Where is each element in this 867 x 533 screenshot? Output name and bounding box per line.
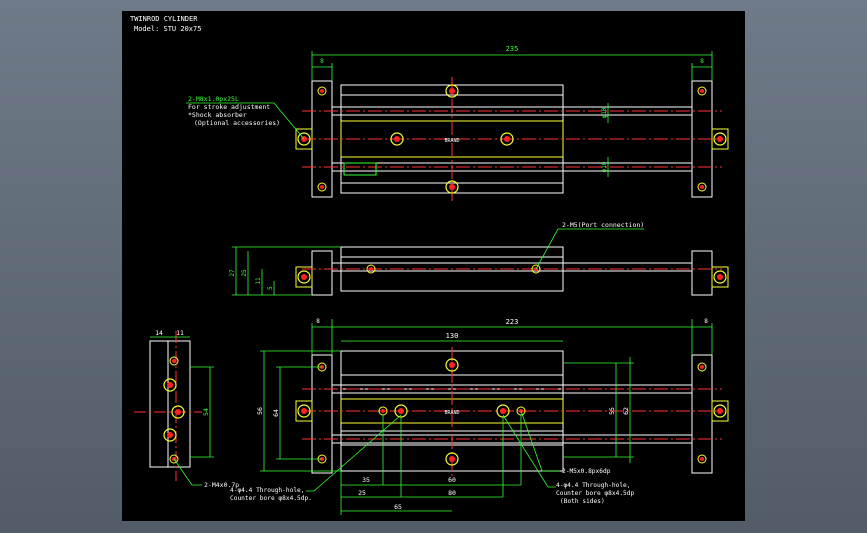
dim-bottom-65: 65 <box>394 503 402 511</box>
cad-drawing-canvas[interactable]: TWINROD CYLINDER Model: STU 20x75 BRAND … <box>122 11 745 521</box>
note-stroke-1: 2-M8x1.0px25L <box>188 95 239 103</box>
end-view: 14 11 54 2-M4x0.7p <box>134 329 239 489</box>
dim-bottom-60: 60 <box>448 476 456 484</box>
dim-bottom-55: 55 <box>608 407 616 415</box>
dim-bottom-223: 223 <box>506 318 519 326</box>
dim-bottom-64: 64 <box>272 409 280 417</box>
dim-bottom-8-right: 8 <box>704 318 708 325</box>
dim-rod-upper: φ10 <box>601 107 608 118</box>
dim-right-end: 8 <box>700 58 704 65</box>
note-hole-b3: (Both sides) <box>560 498 605 505</box>
dim-end-54: 54 <box>202 408 210 416</box>
dim-left-end: 8 <box>320 58 324 65</box>
drawing-model: Model: STU 20x75 <box>134 25 201 33</box>
bottom-brand-label: BRAND <box>444 410 459 416</box>
note-hole-b1: 4-φ4.4 Through-hole, <box>556 482 631 489</box>
dim-bottom-80: 80 <box>448 489 456 497</box>
dim-bottom-8-left: 8 <box>316 318 320 325</box>
cad-drawing: TWINROD CYLINDER Model: STU 20x75 BRAND … <box>130 15 729 515</box>
dim-side-27: 27 <box>229 269 236 277</box>
note-stroke-4: (Optional accessories) <box>194 119 280 127</box>
dim-bottom-35: 35 <box>362 476 370 484</box>
side-view: 27 25 11 5 2-M5(Port connection) <box>229 221 729 296</box>
note-hole-a2: Counter bore φ8x4.5dp. <box>230 495 312 502</box>
drawing-title: TWINROD CYLINDER <box>130 15 198 23</box>
bottom-view: BRAND 8 8 223 130 56 64 55 62 35 60 25 8… <box>230 318 729 515</box>
dim-overall-length: 235 <box>506 45 519 53</box>
note-hole-a1: 4-φ4.4 Through-hole, <box>230 487 305 494</box>
dim-rod-lower: φ10 <box>601 161 608 172</box>
dim-bottom-62: 62 <box>622 407 630 415</box>
note-hole-b2: Counter bore φ8x4.5dp <box>556 490 635 497</box>
dim-bottom-130: 130 <box>446 332 459 340</box>
dim-bottom-25: 25 <box>358 489 366 497</box>
note-stroke-2: For stroke adjustment <box>188 103 270 111</box>
body-brand-label: BRAND <box>444 138 459 144</box>
top-view: BRAND 235 8 8 φ10 φ10 2-M8x1.0px25L For … <box>186 45 729 201</box>
dim-bottom-56: 56 <box>256 407 264 415</box>
note-stroke-3: *Shock absorber <box>188 111 247 119</box>
note-bottom-tap: 2-M5x0.8px6dp <box>562 468 611 475</box>
dim-side-5: 5 <box>267 286 274 290</box>
dim-side-11: 11 <box>255 277 262 285</box>
dim-end-14: 14 <box>155 329 163 337</box>
dim-side-25: 25 <box>241 269 248 277</box>
dim-end-11: 11 <box>176 329 184 337</box>
note-port-connection: 2-M5(Port connection) <box>562 221 644 229</box>
